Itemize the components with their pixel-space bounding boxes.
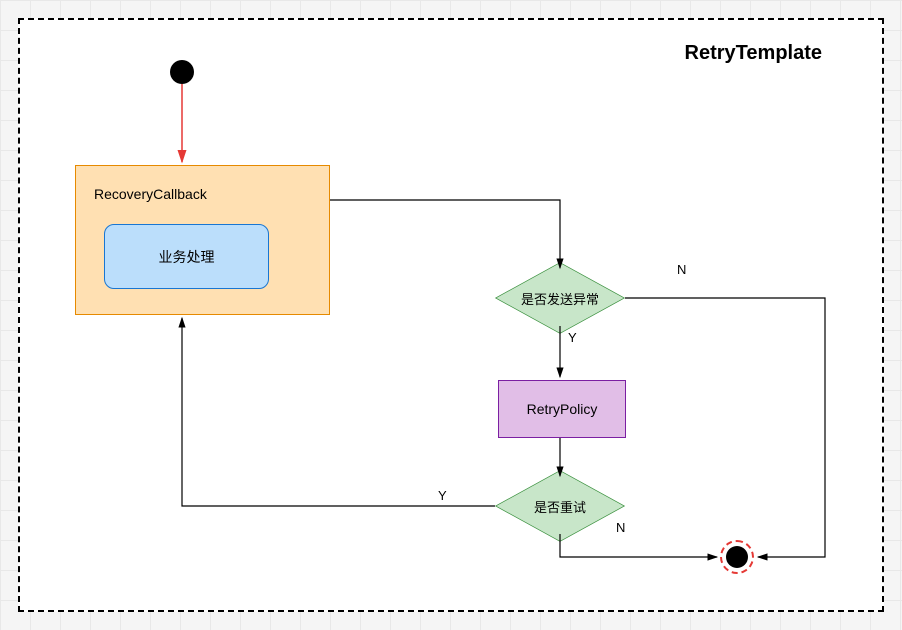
decision-retry: 是否重试 (495, 480, 625, 532)
retry-policy-label: RetryPolicy (527, 401, 598, 417)
decision-exception-label: 是否发送异常 (495, 272, 625, 324)
recovery-callback-label: RecoveryCallback (94, 186, 207, 202)
business-processing-label: 业务处理 (159, 247, 215, 267)
retry-policy-box: RetryPolicy (498, 380, 626, 438)
decision-retry-label: 是否重试 (495, 480, 625, 532)
label-y-2: Y (438, 488, 447, 503)
decision-exception: 是否发送异常 (495, 272, 625, 324)
recovery-callback-box: RecoveryCallback 业务处理 (75, 165, 330, 315)
start-node (170, 60, 194, 84)
business-processing-box: 业务处理 (104, 224, 269, 289)
label-n-1: N (677, 262, 686, 277)
diagram-title: RetryTemplate (685, 42, 822, 65)
end-node (720, 540, 754, 574)
label-y-1: Y (568, 330, 577, 345)
arrows-layer (20, 20, 886, 614)
diagram-frame: RetryTemplate RecoveryCallback 业务处理 是否发送… (18, 18, 884, 612)
